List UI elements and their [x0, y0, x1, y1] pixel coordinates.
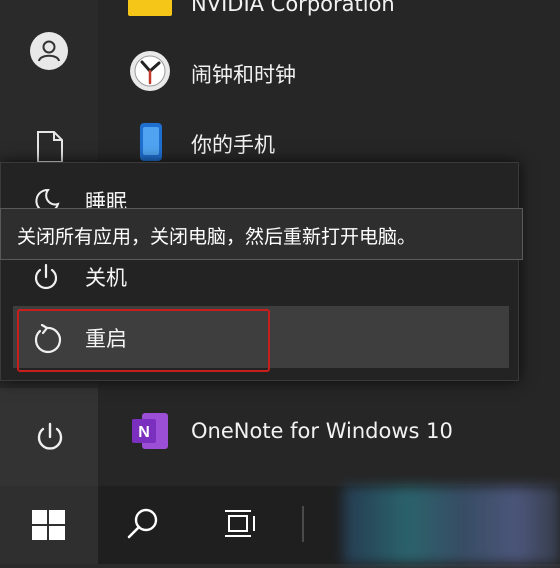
restart-tooltip: 关闭所有应用，关闭电脑，然后重新打开电脑。 [0, 208, 523, 260]
app-label: 闹钟和时钟 [191, 63, 296, 87]
onenote-icon: N [128, 409, 172, 453]
highlight-outline [17, 309, 270, 372]
power-icon [31, 262, 61, 292]
task-view-icon[interactable] [222, 506, 258, 542]
phone-icon [128, 119, 172, 163]
app-item-onenote[interactable]: N OneNote for Windows 10 [98, 400, 560, 462]
pinned-apps-blurred[interactable] [343, 486, 560, 564]
rail-power-icon[interactable] [33, 420, 67, 454]
user-avatar-icon[interactable] [30, 32, 68, 70]
app-item-clock[interactable]: 闹钟和时钟 [98, 40, 560, 102]
app-label: 你的手机 [191, 133, 275, 157]
folder-icon [128, 0, 172, 16]
svg-text:N: N [138, 424, 150, 441]
search-icon[interactable] [122, 504, 162, 544]
shutdown-label: 关机 [85, 266, 127, 290]
app-item-nvidia[interactable]: NVIDIA Corporation [98, 0, 560, 32]
start-button[interactable] [0, 486, 98, 564]
clock-icon [128, 49, 172, 93]
windows-logo-icon [32, 510, 65, 540]
tooltip-text: 关闭所有应用，关闭电脑，然后重新打开电脑。 [17, 226, 417, 248]
app-label: NVIDIA Corporation [191, 0, 395, 16]
documents-icon[interactable] [36, 130, 64, 164]
taskbar-separator [302, 506, 304, 542]
app-label: OneNote for Windows 10 [191, 419, 453, 443]
